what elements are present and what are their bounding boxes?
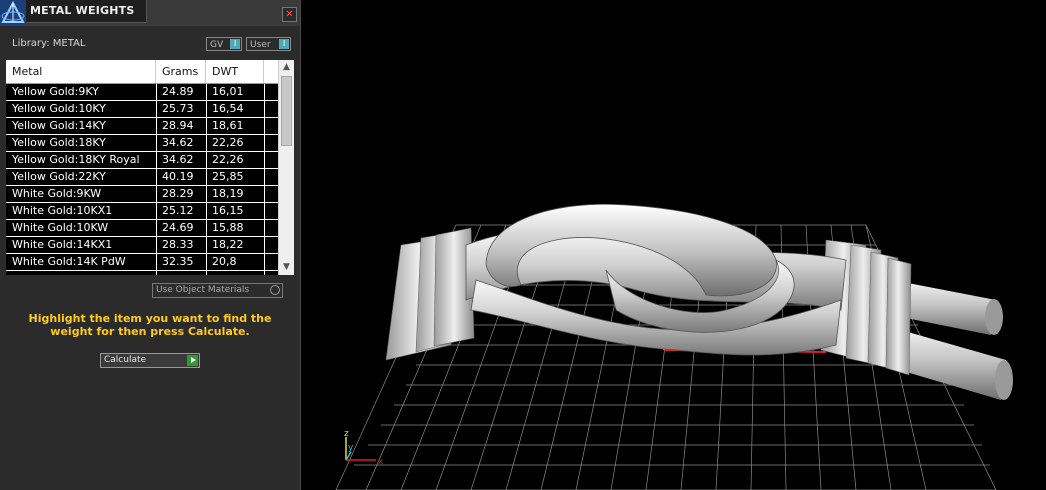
cell-metal: White Gold:10KW (12, 221, 109, 234)
cell-metal: Yellow Gold:18KY (12, 136, 106, 149)
cell-dwt: 16,01 (212, 85, 244, 98)
table-row[interactable]: White Gold:9KW 28.29 18,19 (6, 186, 278, 203)
cell-dwt: 18,19 (212, 187, 244, 200)
user-toggle-label: User (250, 40, 271, 50)
cell-grams: 28.33 (162, 238, 194, 251)
cell-grams: 28.94 (162, 119, 194, 132)
calculate-button[interactable]: Calculate (100, 353, 200, 368)
cell-metal: Yellow Gold:10KY (12, 102, 106, 115)
cell-grams: 25.73 (162, 102, 194, 115)
table-row[interactable]: Yellow Gold:22KY 40.19 25,85 (6, 169, 278, 186)
column-header-grams[interactable]: Grams (156, 60, 206, 83)
cell-grams: 28.29 (162, 187, 194, 200)
cell-metal: Yellow Gold:14KY (12, 119, 106, 132)
cell-dwt: 15,88 (212, 221, 244, 234)
use-object-materials-toggle[interactable]: Use Object Materials (152, 283, 283, 298)
chevron-up-icon[interactable]: ▲ (281, 62, 292, 73)
metal-weights-panel: METAL WEIGHTS ✕ Library: METAL GV I User… (0, 0, 301, 490)
column-header-metal[interactable]: Metal (6, 60, 156, 83)
instruction-text: Highlight the item you want to find the … (28, 312, 272, 338)
cell-dwt: 18,61 (212, 119, 244, 132)
panel-titlebar: METAL WEIGHTS ✕ (0, 0, 300, 26)
table-row[interactable]: White Gold:14K PdW 32.35 20,8 (6, 254, 278, 271)
cell-grams: 24.69 (162, 221, 194, 234)
cell-metal: White Gold:9KW (12, 187, 102, 200)
column-divider (156, 84, 157, 275)
table-row[interactable]: Yellow Gold:14KY 28.94 18,61 (6, 118, 278, 135)
scrollbar-thumb[interactable] (281, 76, 292, 146)
cell-dwt: 18,22 (212, 238, 244, 251)
play-arrow-icon (187, 355, 198, 366)
axis-y-label: y (348, 443, 354, 453)
cell-metal: Yellow Gold:22KY (12, 170, 106, 183)
cell-metal: White Gold:10KX1 (12, 204, 113, 217)
radio-circle-icon (270, 285, 280, 295)
use-object-materials-label: Use Object Materials (156, 285, 250, 295)
panel-title: METAL WEIGHTS (30, 4, 135, 17)
axis-x-label: x (378, 457, 384, 467)
cell-dwt: 16,15 (212, 204, 244, 217)
axis-z-label: z (344, 429, 349, 439)
table-row[interactable]: Yellow Gold:18KY Royal 34.62 22,26 (6, 152, 278, 169)
metal-weights-table: Metal Grams DWT Yellow Gold:9KY 24.89 16,0… (6, 60, 294, 275)
column-divider (206, 84, 207, 275)
cell-grams: 25.12 (162, 204, 194, 217)
cell-grams: 32.35 (162, 255, 194, 268)
gv-toggle[interactable]: GV I (206, 37, 242, 51)
table-scrollbar[interactable]: ▲ ▼ (278, 60, 294, 275)
table-body: Yellow Gold:9KY 24.89 16,01 Yellow Gold:10K… (6, 84, 278, 275)
cell-dwt: 22,26 (212, 136, 244, 149)
cell-grams: 34.62 (162, 136, 194, 149)
cell-metal: White Gold:14K PdW (12, 255, 126, 268)
cell-dwt: 20,8 (212, 255, 237, 268)
3d-viewport[interactable]: x y z (306, 0, 1046, 490)
cell-metal: White Gold:14KX1 (12, 238, 113, 251)
library-label: Library: METAL (12, 38, 86, 49)
table-row[interactable]: White Gold:10KW 24.69 15,88 (6, 220, 278, 237)
app-logo-icon (0, 0, 26, 26)
cell-dwt: 16,54 (212, 102, 244, 115)
knot-ring-model (385, 203, 1013, 400)
table-row[interactable]: White Gold:10KX1 25.12 16,15 (6, 203, 278, 220)
table-row[interactable]: Yellow Gold:9KY 24.89 16,01 (6, 84, 278, 101)
table-row[interactable]: Yellow Gold:18KY 34.62 22,26 (6, 135, 278, 152)
close-icon[interactable]: ✕ (282, 7, 297, 22)
column-divider (264, 84, 265, 275)
axis-gizmo: x y z (344, 429, 384, 467)
toggle-knob-icon: I (279, 39, 289, 49)
cell-grams: 34.62 (162, 153, 194, 166)
cell-grams: 40.19 (162, 170, 194, 183)
column-header-dwt[interactable]: DWT (206, 60, 264, 83)
table-row[interactable]: White Gold:14KX1 28.33 18,22 (6, 237, 278, 254)
cell-dwt: 22,26 (212, 153, 244, 166)
chevron-down-icon[interactable]: ▼ (281, 262, 292, 273)
cell-metal: Yellow Gold:9KY (12, 85, 99, 98)
table-header: Metal Grams DWT (6, 60, 278, 84)
cell-dwt: 25,85 (212, 170, 244, 183)
calculate-label: Calculate (104, 355, 147, 365)
viewport-scene: x y z (335, 203, 1013, 490)
table-row[interactable]: Yellow Gold:10KY 25.73 16,54 (6, 101, 278, 118)
cell-grams: 24.89 (162, 85, 194, 98)
gv-toggle-label: GV (210, 40, 224, 50)
user-toggle[interactable]: User I (246, 37, 291, 51)
toggle-knob-icon: I (230, 39, 240, 49)
cell-metal: Yellow Gold:18KY Royal (12, 153, 140, 166)
